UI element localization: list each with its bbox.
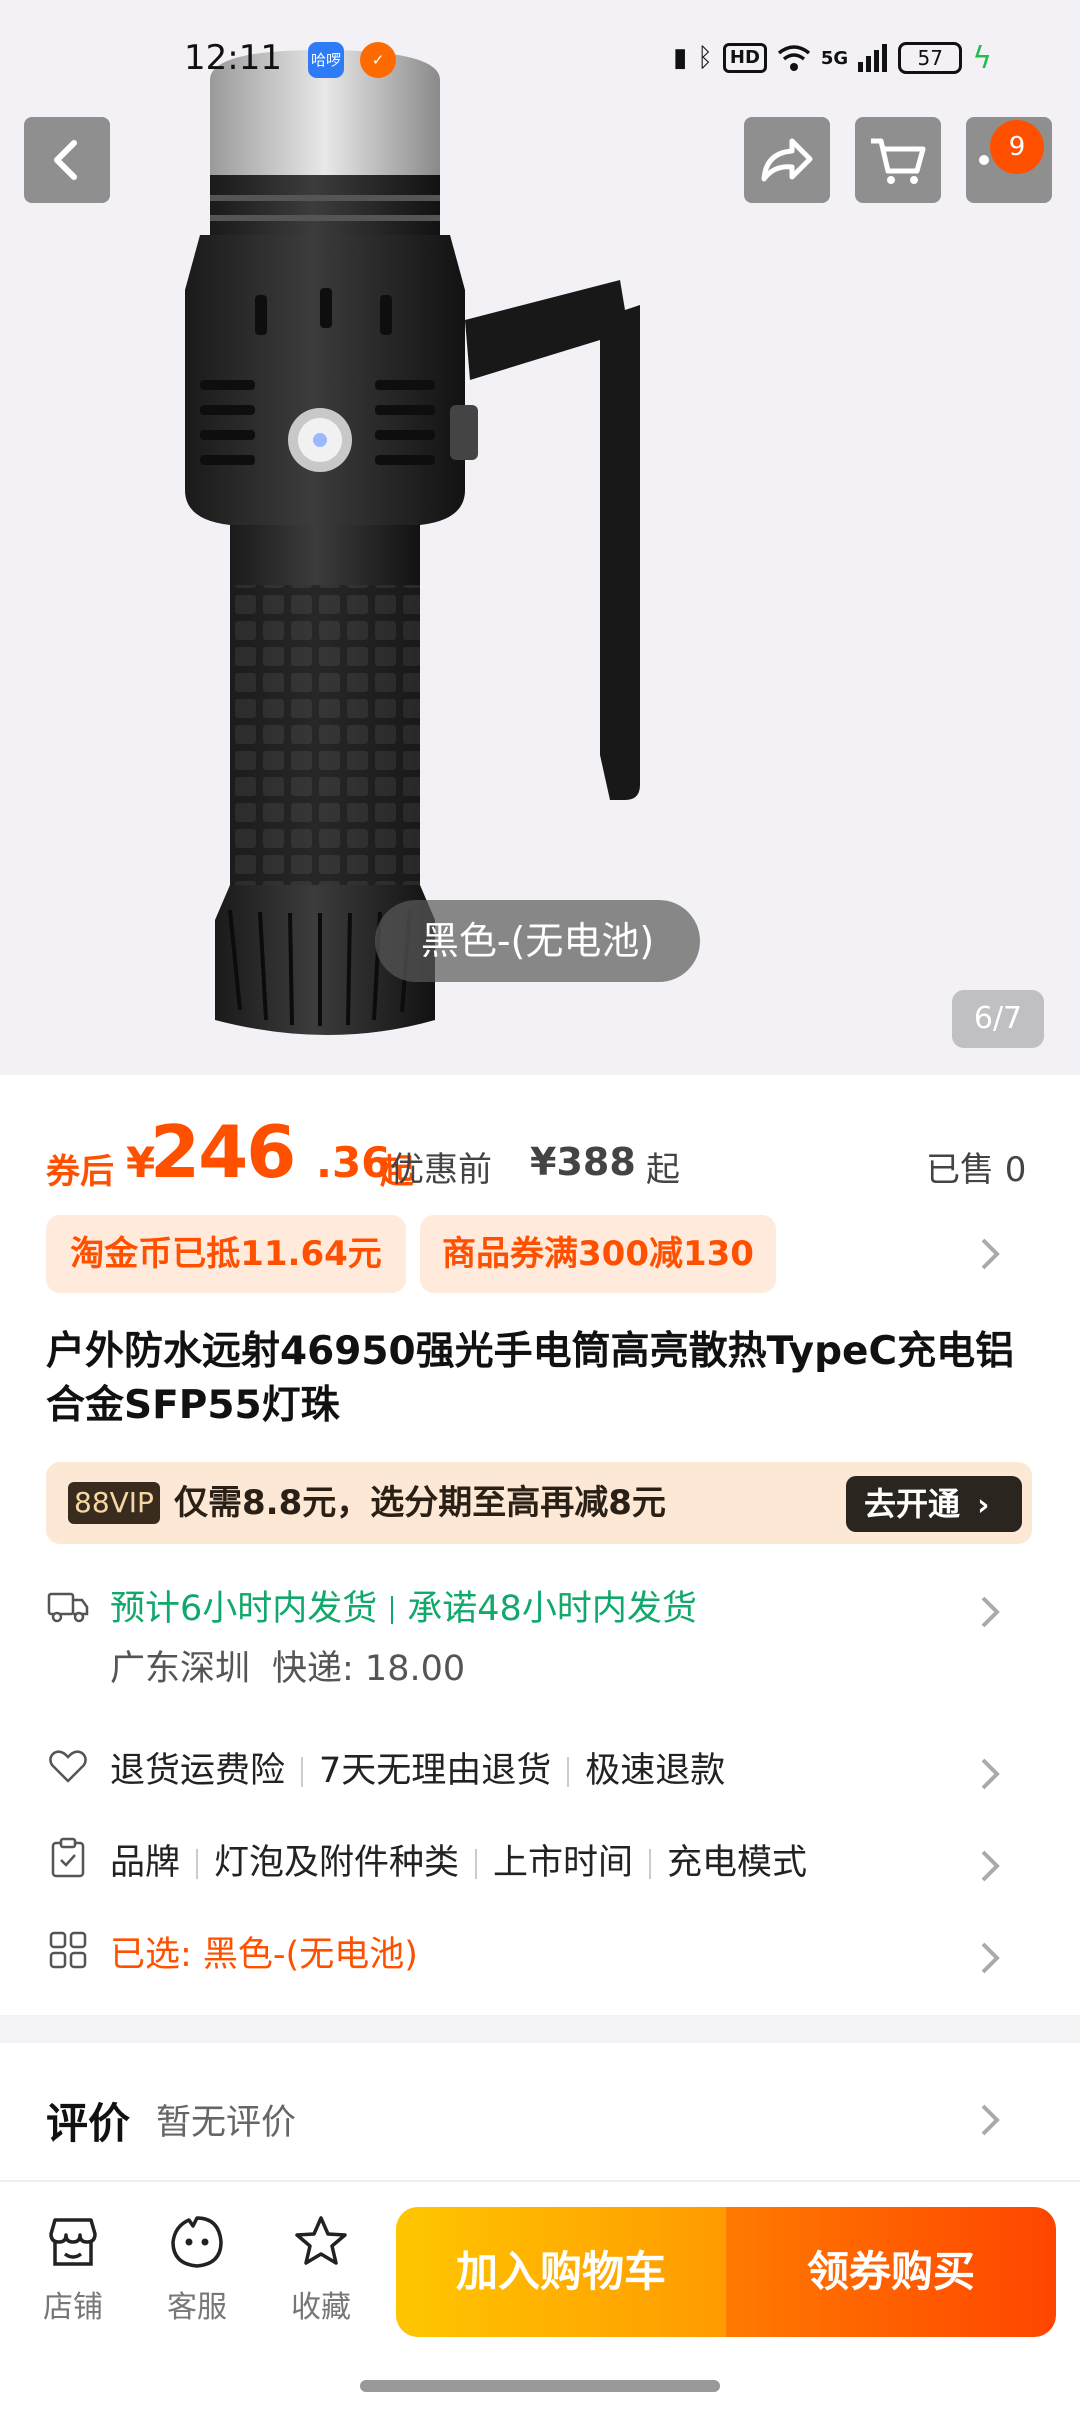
service-button[interactable]: 客服 xyxy=(152,2212,242,2326)
guarantee-list: 退货运费险 7天无理由退货 极速退款 xyxy=(110,1742,725,1793)
status-bar: 12:11 哈啰 ✓ ▮ ᛒ HD 5G 57 ϟ xyxy=(0,0,1080,120)
sold-count: 已售 0 xyxy=(926,1150,1027,1190)
selected-variant: 已选: 黑色-(无电池) xyxy=(110,1935,418,1975)
params-row[interactable]: 品牌 灯泡及附件种类 上市时间 充电模式 xyxy=(46,1834,1046,1894)
shipping-promise: 预计6小时内发货 承诺48小时内发货 xyxy=(110,1580,697,1631)
guarantee-item: 退货运费险 xyxy=(110,1751,286,1791)
params-list: 品牌 灯泡及附件种类 上市时间 充电模式 xyxy=(110,1834,807,1885)
before-discount-label: 优惠前 xyxy=(390,1150,492,1190)
bottom-action-bar: 店铺 客服 收藏 加入购物车 领券购买 xyxy=(0,2180,1080,2412)
vip-banner[interactable]: 88VIP 仅需8.8元，选分期至高再减8元 去开通 › xyxy=(46,1462,1032,1544)
separator xyxy=(567,1757,570,1787)
shop-button[interactable]: 店铺 xyxy=(28,2212,118,2326)
back-arrow-icon xyxy=(54,140,77,180)
wifi-icon xyxy=(777,45,810,71)
review-row[interactable]: 评价 暂无评价 xyxy=(46,2090,1046,2150)
charging-icon: ϟ xyxy=(972,40,992,76)
selected-chevron-icon xyxy=(981,1942,1000,1974)
notification-app-icon: ✓ xyxy=(360,42,396,78)
section-divider xyxy=(0,2015,1080,2043)
param-item: 上市时间 xyxy=(493,1843,634,1883)
share-button[interactable] xyxy=(744,117,830,203)
selected-variant-row[interactable]: 已选: 黑色-(无电池) xyxy=(46,1926,1046,1986)
back-button[interactable] xyxy=(24,117,110,203)
shipping-fee: 快递: 18.00 xyxy=(272,1649,466,1689)
vip-open-button[interactable]: 去开通 › xyxy=(846,1476,1022,1532)
vip-tag: 88VIP xyxy=(68,1482,160,1524)
cart-icon xyxy=(871,138,926,184)
param-item: 充电模式 xyxy=(667,1843,808,1883)
shipping-chevron-icon xyxy=(981,1596,1000,1628)
review-empty-text: 暂无评价 xyxy=(156,2103,297,2143)
guarantee-item: 极速退款 xyxy=(585,1751,726,1791)
favorite-button[interactable]: 收藏 xyxy=(276,2212,366,2326)
guarantee-chevron-icon xyxy=(981,1758,1000,1790)
shipping-origin-line: 广东深圳 快递: 18.00 xyxy=(110,1640,465,1691)
network-icon: 5G xyxy=(820,47,849,69)
service-label: 客服 xyxy=(167,2290,227,2325)
before-discount-price: ¥388 xyxy=(530,1140,636,1184)
taojinbi-coupon[interactable]: 淘金币已抵11.64元 xyxy=(46,1215,406,1293)
signal-icon xyxy=(858,44,888,72)
before-discount-from: 起 xyxy=(646,1150,680,1190)
product-title: 户外防水远射46950强光手电筒高亮散热TypeC充电铝合金SFP55灯珠 xyxy=(46,1329,1015,1428)
review-title: 评价 xyxy=(46,2099,131,2148)
cart-count-badge: 9 xyxy=(990,120,1044,174)
truck-icon xyxy=(47,1592,89,1623)
separator xyxy=(391,1596,394,1624)
home-indicator[interactable] xyxy=(360,2380,720,2392)
favorite-label: 收藏 xyxy=(291,2290,351,2325)
status-icons: ▮ ᛒ HD 5G 57 ϟ xyxy=(673,38,992,78)
battery-icon: 57 xyxy=(898,42,963,74)
separator xyxy=(649,1849,652,1879)
clipboard-icon xyxy=(51,1837,85,1878)
chevron-right-icon: › xyxy=(977,1488,990,1523)
shipping-origin: 广东深圳 xyxy=(110,1649,251,1689)
coupons-chevron-icon[interactable] xyxy=(978,1234,1002,1274)
product-detail-page: 12:11 哈啰 ✓ ▮ ᛒ HD 5G 57 ϟ 9 黑色-(无电池) 6/7… xyxy=(0,0,1080,2412)
hd-icon: HD xyxy=(722,43,767,73)
shipping-estimate: 预计6小时内发货 xyxy=(110,1589,378,1629)
shipping-row[interactable]: 预计6小时内发货 承诺48小时内发货 广东深圳 快递: 18.00 xyxy=(46,1580,1046,1690)
heart-icon xyxy=(49,1750,87,1783)
product-gallery[interactable]: 12:11 哈啰 ✓ ▮ ᛒ HD 5G 57 ϟ 9 黑色-(无电池) 6/7 xyxy=(0,0,1080,1075)
param-item: 品牌 xyxy=(110,1843,181,1883)
product-coupon[interactable]: 商品券满300减130 xyxy=(420,1215,776,1293)
service-icon xyxy=(171,2216,223,2268)
guarantee-row[interactable]: 退货运费险 7天无理由退货 极速退款 xyxy=(46,1742,1046,1802)
star-icon xyxy=(295,2216,347,2265)
separator xyxy=(196,1849,199,1879)
coupon-buy-button[interactable]: 领券购买 xyxy=(726,2207,1056,2337)
add-to-cart-button[interactable]: 加入购物车 xyxy=(396,2207,726,2337)
variant-label[interactable]: 黑色-(无电池) xyxy=(375,900,700,982)
hello-app-icon: 哈啰 xyxy=(308,42,344,78)
price-row: 券后 ¥ 246 .36 起 优惠前 ¥388 起 已售 0 xyxy=(46,1110,1046,1194)
grid-icon xyxy=(49,1931,87,1969)
share-icon xyxy=(761,138,813,182)
params-chevron-icon xyxy=(981,1850,1000,1882)
image-page-counter: 6/7 xyxy=(952,990,1044,1048)
vip-open-label: 去开通 xyxy=(864,1485,961,1523)
separator xyxy=(475,1849,478,1879)
shop-label: 店铺 xyxy=(43,2290,103,2325)
review-chevron-icon xyxy=(981,2104,1000,2136)
separator xyxy=(301,1757,304,1787)
vip-text: 仅需8.8元，选分期至高再减8元 xyxy=(174,1483,666,1523)
shipping-commit: 承诺48小时内发货 xyxy=(407,1589,697,1629)
price-integer: 246 xyxy=(150,1110,296,1194)
bluetooth-icon: ᛒ xyxy=(697,43,713,73)
status-time: 12:11 xyxy=(184,38,282,78)
param-item: 灯泡及附件种类 xyxy=(214,1843,460,1883)
after-coupon-label: 券后 xyxy=(46,1152,114,1192)
cart-button[interactable] xyxy=(855,117,941,203)
shop-icon xyxy=(49,2218,97,2266)
guarantee-item: 7天无理由退货 xyxy=(319,1751,552,1791)
vibrate-icon: ▮ xyxy=(672,43,688,73)
